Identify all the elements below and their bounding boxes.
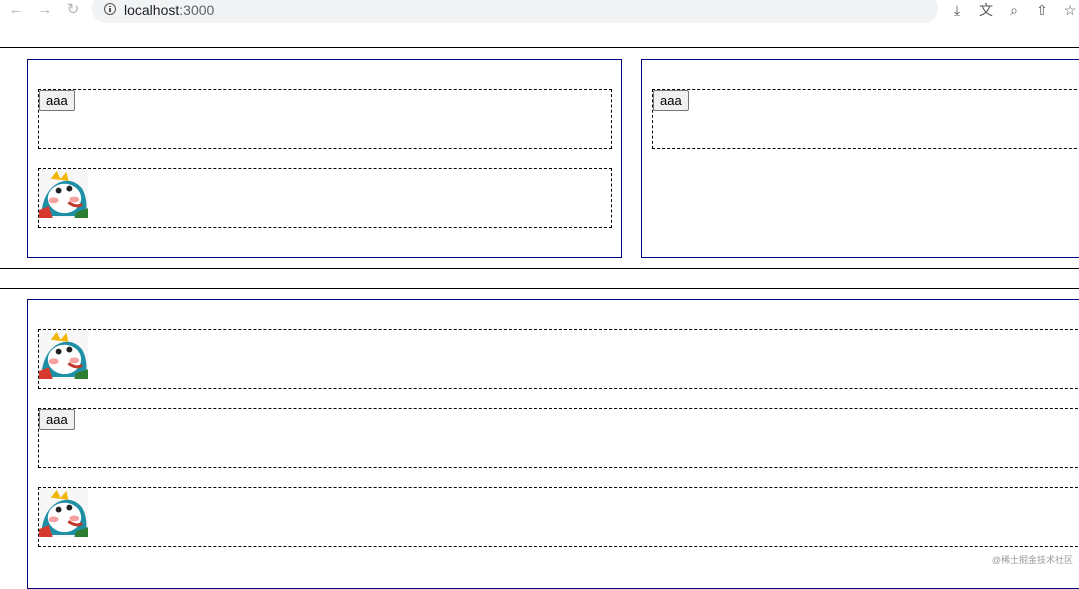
slot-button: aaa (38, 89, 612, 149)
share-icon[interactable]: ⇧ (1033, 1, 1051, 19)
url-text[interactable]: localhost:3000 (124, 1, 214, 19)
slot-button: aaa (38, 408, 1079, 468)
slot-button: aaa (652, 89, 1079, 149)
back-arrow-icon[interactable]: ← (7, 1, 25, 19)
install-icon[interactable]: ⤓ (948, 1, 966, 19)
watermark: @稀土掘金技术社区 (992, 553, 1073, 566)
slot-image (38, 487, 1079, 547)
forward-arrow-icon[interactable]: → (36, 1, 54, 19)
aaa-button[interactable]: aaa (653, 90, 689, 111)
info-icon[interactable] (104, 3, 116, 15)
address-bar[interactable] (92, 0, 938, 23)
doraemon-image (39, 488, 88, 537)
translate-icon[interactable]: 文 (977, 1, 995, 19)
horizontal-rule (0, 268, 1079, 269)
reload-icon[interactable]: ↻ (64, 1, 82, 19)
doraemon-image (39, 330, 88, 379)
layout-block-left: aaa (27, 59, 622, 258)
url-port: :3000 (179, 2, 214, 18)
layout-block-right: aaa (641, 59, 1079, 258)
aaa-button[interactable]: aaa (39, 409, 75, 430)
doraemon-image (39, 169, 88, 218)
star-icon[interactable]: ☆ (1061, 1, 1079, 19)
horizontal-rule (0, 47, 1079, 48)
slot-image (38, 168, 612, 228)
zoom-icon[interactable]: ⌕ (1005, 1, 1023, 19)
slot-image (38, 329, 1079, 389)
horizontal-rule (0, 288, 1079, 289)
aaa-button[interactable]: aaa (39, 90, 75, 111)
url-host: localhost (124, 2, 179, 18)
browser-toolbar: ← → ↻ localhost:3000 ⤓ 文 ⌕ ⇧ ☆ (0, 0, 1079, 22)
layout-block-wide: aaa (27, 299, 1079, 589)
